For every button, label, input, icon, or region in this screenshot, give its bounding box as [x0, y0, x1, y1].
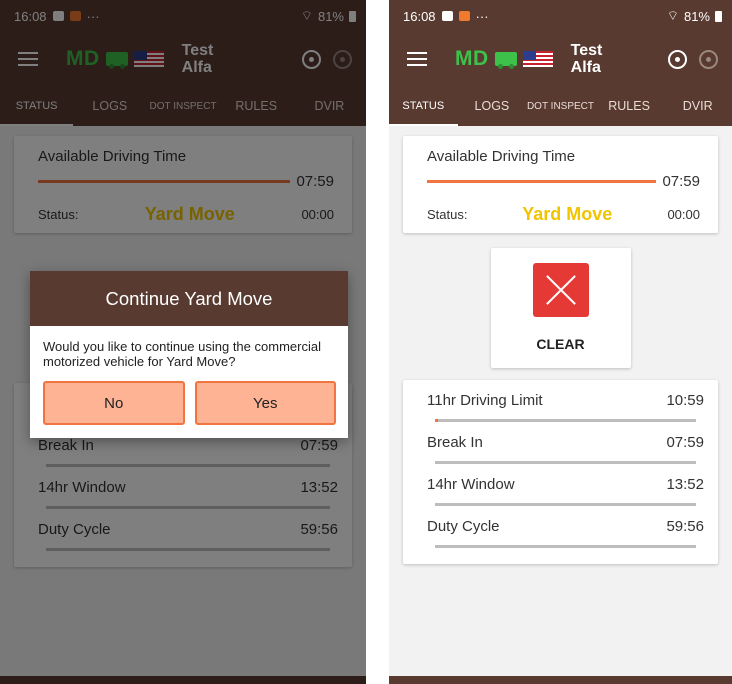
limit-label: Break In — [427, 434, 483, 451]
limits-card: 11hr Driving Limit 10:59 Break In 07:59 14… — [403, 380, 718, 564]
driver-name: Test Alfa — [570, 42, 603, 76]
limit-label: 11hr Driving Limit — [427, 392, 543, 409]
continue-yard-move-dialog: Continue Yard Move Would you like to con… — [30, 271, 348, 438]
dialog-title: Continue Yard Move — [30, 271, 348, 326]
status-time: 00:00 — [667, 207, 700, 222]
tab-rules[interactable]: RULES — [595, 86, 664, 126]
app-bar: MD Test Alfa — [389, 32, 732, 86]
limit-bar — [435, 419, 696, 422]
limit-row: 11hr Driving Limit 10:59 — [427, 386, 704, 422]
tab-bar: STATUS LOGS DOT INSPECT RULES DVIR — [389, 86, 732, 126]
no-button[interactable]: No — [43, 381, 185, 425]
status-content: Available Driving Time 07:59 Status: Yar… — [389, 126, 732, 564]
notification-icon — [458, 11, 470, 21]
steering-wheel-icon[interactable] — [668, 49, 687, 69]
limit-row: Duty Cycle 59:56 — [427, 512, 704, 548]
limit-time: 07:59 — [666, 434, 704, 451]
clear-x-icon — [532, 263, 589, 317]
battery-icon — [715, 10, 722, 22]
limit-label: Duty Cycle — [427, 518, 500, 535]
available-driving-card: Available Driving Time 07:59 Status: Yar… — [403, 136, 718, 233]
limit-time: 59:56 — [666, 518, 704, 535]
more-notifications-icon: ··· — [475, 8, 489, 24]
limit-label: 14hr Window — [427, 476, 515, 493]
tab-dvir[interactable]: DVIR — [663, 86, 732, 126]
clock: 16:08 — [403, 8, 436, 24]
battery-level: 81% — [683, 8, 710, 24]
status-label: Status: — [427, 207, 468, 222]
truck-icon — [494, 52, 517, 69]
status-value: Yard Move — [522, 204, 613, 224]
limit-bar — [435, 503, 696, 506]
gallery-icon — [441, 11, 453, 21]
status-bar: 16:08 ··· ⌔ 81% — [389, 0, 732, 32]
available-driving-bar — [427, 180, 657, 183]
wifi-icon: ⌔ — [666, 8, 679, 23]
limit-time: 13:52 — [666, 476, 704, 493]
co-driver-wheel-icon[interactable] — [699, 49, 718, 69]
clear-button[interactable]: CLEAR — [490, 248, 631, 368]
limit-row: 14hr Window 13:52 — [427, 470, 704, 506]
limit-bar — [435, 545, 696, 548]
limit-row: Break In 07:59 — [427, 428, 704, 464]
dialog-message: Would you like to continue using the com… — [43, 339, 321, 369]
phone-screen-right: 16:08 ··· ⌔ 81% MD Test Alfa STATUS LOGS… — [389, 0, 732, 684]
us-flag-icon[interactable] — [522, 51, 553, 67]
tab-logs[interactable]: LOGS — [458, 86, 527, 126]
available-driving-time: 07:59 — [662, 173, 700, 190]
system-nav-bar — [389, 676, 732, 684]
limit-bar — [435, 461, 696, 464]
tab-status[interactable]: STATUS — [389, 86, 458, 126]
tab-dot-inspect[interactable]: DOT INSPECT — [526, 86, 595, 126]
limit-time: 10:59 — [666, 392, 704, 409]
clear-label: CLEAR — [536, 336, 585, 352]
available-driving-title: Available Driving Time — [427, 148, 576, 165]
menu-icon[interactable] — [407, 52, 427, 66]
phone-screen-left: 16:08 ··· ⌔ 81% MD Test Alfa STATUS LOGS… — [0, 0, 366, 684]
app-logo: MD — [455, 47, 489, 70]
yes-button[interactable]: Yes — [194, 381, 336, 425]
